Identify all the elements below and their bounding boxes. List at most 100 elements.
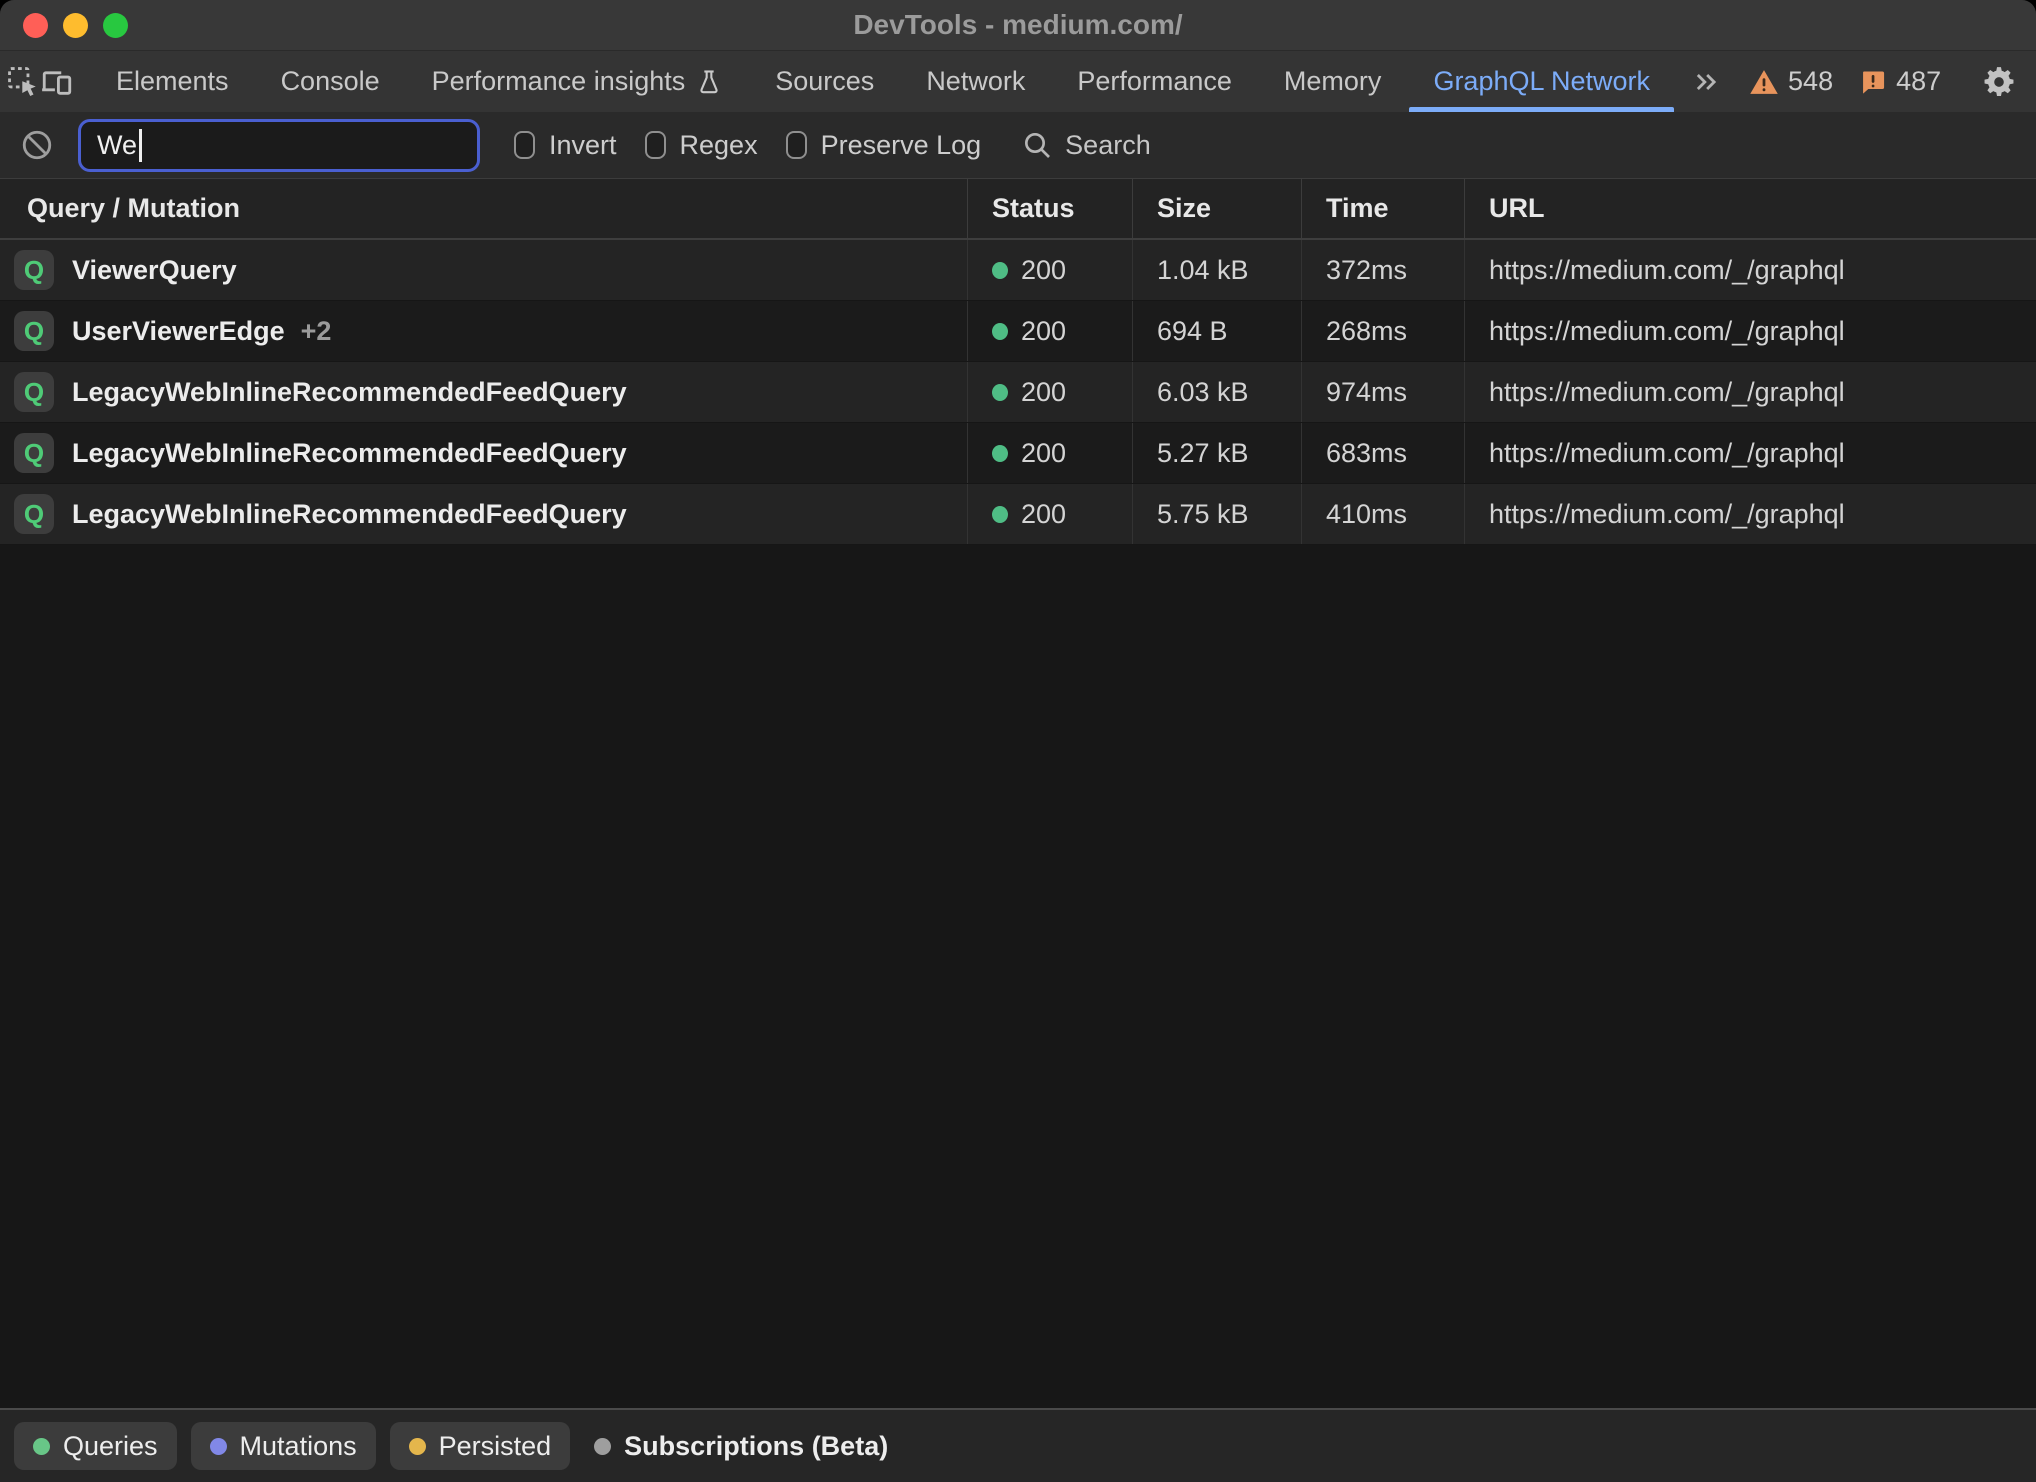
queries-filter-button[interactable]: Queries	[14, 1422, 177, 1470]
preserve-log-checkbox-group[interactable]: Preserve Log	[786, 130, 982, 161]
search-icon	[1021, 129, 1053, 161]
query-name: LegacyWebInlineRecommendedFeedQuery	[72, 499, 627, 530]
tab-memory[interactable]: Memory	[1258, 51, 1408, 112]
size-cell: 5.27 kB	[1132, 423, 1301, 483]
subscriptions-filter[interactable]: Subscriptions (Beta)	[584, 1431, 898, 1462]
time-cell: 683ms	[1301, 423, 1464, 483]
gear-icon	[1982, 65, 2016, 99]
column-header-size[interactable]: Size	[1132, 179, 1301, 238]
status-dot	[992, 384, 1008, 401]
tab-sources[interactable]: Sources	[749, 51, 900, 112]
queries-label: Queries	[63, 1431, 158, 1462]
tab-elements[interactable]: Elements	[90, 51, 255, 112]
invert-checkbox-group[interactable]: Invert	[514, 130, 617, 161]
status-code: 200	[1021, 438, 1066, 469]
preserve-log-checkbox[interactable]	[786, 131, 807, 159]
size-cell: 694 B	[1132, 301, 1301, 361]
device-toolbar-icon	[40, 65, 74, 99]
column-header-query[interactable]: Query / Mutation	[0, 179, 967, 238]
warning-count: 548	[1788, 66, 1833, 97]
settings-button[interactable]	[1971, 51, 2027, 112]
status-dot	[992, 262, 1008, 279]
size-cell: 1.04 kB	[1132, 240, 1301, 300]
more-tabs-button[interactable]	[1676, 51, 1736, 112]
clear-button[interactable]	[20, 128, 54, 162]
query-type-badge: Q	[14, 433, 54, 473]
column-header-status[interactable]: Status	[967, 179, 1132, 238]
status-code: 200	[1021, 255, 1066, 286]
time-cell: 268ms	[1301, 301, 1464, 361]
table-row[interactable]: Q LegacyWebInlineRecommendedFeedQuery 20…	[0, 362, 2036, 423]
tab-network[interactable]: Network	[900, 51, 1051, 112]
tab-performance[interactable]: Performance	[1051, 51, 1258, 112]
devtools-window: DevTools - medium.com/ Elements Console …	[0, 0, 2036, 1482]
warnings-counter[interactable]: 548	[1736, 66, 1846, 97]
persisted-dot	[409, 1438, 426, 1455]
column-header-time[interactable]: Time	[1301, 179, 1464, 238]
query-suffix: +2	[301, 316, 332, 347]
time-cell: 410ms	[1301, 484, 1464, 544]
query-name: LegacyWebInlineRecommendedFeedQuery	[72, 377, 627, 408]
query-name: ViewerQuery	[72, 255, 237, 286]
url-cell: https://medium.com/_/graphql	[1464, 484, 2036, 544]
filter-input[interactable]: We	[78, 119, 480, 172]
table-row[interactable]: Q LegacyWebInlineRecommendedFeedQuery 20…	[0, 423, 2036, 484]
table-header: Query / Mutation Status Size Time URL	[0, 178, 2036, 240]
queries-dot	[33, 1438, 50, 1455]
tab-performance-insights[interactable]: Performance insights	[406, 51, 750, 112]
tab-console[interactable]: Console	[255, 51, 406, 112]
issues-icon	[1859, 68, 1887, 96]
search-button[interactable]: Search	[1021, 129, 1151, 161]
mutations-filter-button[interactable]: Mutations	[191, 1422, 376, 1470]
invert-checkbox[interactable]	[514, 131, 535, 159]
issue-count: 487	[1896, 66, 1941, 97]
column-header-url[interactable]: URL	[1464, 179, 2036, 238]
search-label: Search	[1065, 130, 1151, 161]
text-cursor	[139, 129, 142, 162]
status-dot	[992, 445, 1008, 462]
query-type-badge: Q	[14, 494, 54, 534]
regex-label: Regex	[680, 130, 758, 161]
filter-bar: We Invert Regex Preserve Log Search	[0, 112, 2036, 178]
table-row[interactable]: Q ViewerQuery 200 1.04 kB 372ms https://…	[0, 240, 2036, 301]
mutations-label: Mutations	[240, 1431, 357, 1462]
regex-checkbox-group[interactable]: Regex	[645, 130, 758, 161]
status-code: 200	[1021, 377, 1066, 408]
mutations-dot	[210, 1438, 227, 1455]
invert-label: Invert	[549, 130, 617, 161]
issues-counter[interactable]: 487	[1846, 66, 1954, 97]
status-dot	[992, 506, 1008, 523]
time-cell: 974ms	[1301, 362, 1464, 422]
filter-input-value: We	[97, 130, 137, 161]
devtools-toolbar: Elements Console Performance insights So…	[0, 50, 2036, 112]
status-code: 200	[1021, 499, 1066, 530]
url-cell: https://medium.com/_/graphql	[1464, 362, 2036, 422]
panel-tabs: Elements Console Performance insights So…	[90, 51, 1676, 112]
query-type-badge: Q	[14, 311, 54, 351]
query-type-badge: Q	[14, 250, 54, 290]
flask-icon	[695, 68, 723, 96]
url-cell: https://medium.com/_/graphql	[1464, 301, 2036, 361]
table-row[interactable]: Q LegacyWebInlineRecommendedFeedQuery 20…	[0, 484, 2036, 545]
inspect-element-button[interactable]	[6, 51, 40, 112]
device-toolbar-button[interactable]	[40, 51, 74, 112]
query-name: LegacyWebInlineRecommendedFeedQuery	[72, 438, 627, 469]
subscriptions-label: Subscriptions (Beta)	[624, 1431, 888, 1462]
persisted-label: Persisted	[439, 1431, 552, 1462]
inspect-element-icon	[6, 65, 40, 99]
legend-bar: Queries Mutations Persisted Subscription…	[0, 1408, 2036, 1482]
query-type-badge: Q	[14, 372, 54, 412]
status-code: 200	[1021, 316, 1066, 347]
window-title: DevTools - medium.com/	[0, 9, 2036, 41]
size-cell: 5.75 kB	[1132, 484, 1301, 544]
time-cell: 372ms	[1301, 240, 1464, 300]
main-menu-button[interactable]	[2027, 51, 2036, 112]
size-cell: 6.03 kB	[1132, 362, 1301, 422]
url-cell: https://medium.com/_/graphql	[1464, 423, 2036, 483]
status-dot	[992, 323, 1008, 340]
tab-graphql-network[interactable]: GraphQL Network	[1407, 51, 1676, 112]
persisted-filter-button[interactable]: Persisted	[390, 1422, 571, 1470]
warning-triangle-icon	[1749, 68, 1779, 96]
table-row[interactable]: Q UserViewerEdge +2 200 694 B 268ms http…	[0, 301, 2036, 362]
regex-checkbox[interactable]	[645, 131, 666, 159]
